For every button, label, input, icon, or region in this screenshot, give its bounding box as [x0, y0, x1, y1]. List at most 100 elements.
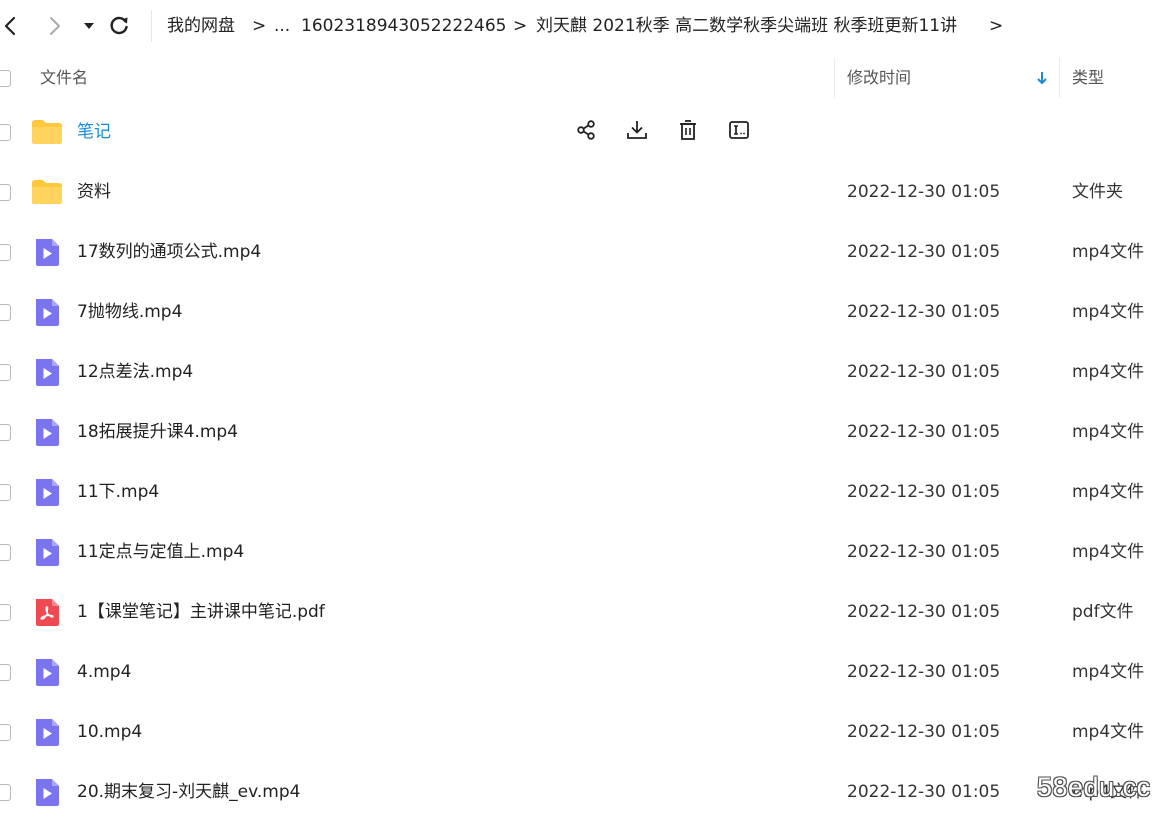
column-divider[interactable]	[1059, 58, 1060, 98]
forward-button[interactable]	[45, 12, 65, 40]
file-modified-time: 2022-12-30 01:05	[847, 242, 1001, 262]
row-actions	[572, 117, 753, 147]
row-checkbox[interactable]	[0, 124, 11, 141]
row-checkbox[interactable]	[0, 784, 11, 801]
video-file-icon	[36, 539, 59, 566]
sort-descending-icon[interactable]	[1036, 69, 1048, 91]
breadcrumb-separator: >	[989, 16, 1004, 36]
download-button[interactable]	[623, 118, 651, 146]
video-file-icon	[36, 239, 59, 266]
video-file-icon	[36, 659, 59, 686]
file-type-icon	[31, 177, 63, 207]
column-header-modified[interactable]: 修改时间	[847, 52, 911, 104]
file-type-icon	[31, 417, 63, 447]
file-type: mp4文件	[1072, 242, 1145, 262]
video-file-icon	[36, 719, 59, 746]
file-row[interactable]: 12点差法.mp4 2022-12-30 01:05 mp4文件	[0, 342, 1165, 402]
file-type-icon	[31, 777, 63, 807]
file-type-icon	[31, 357, 63, 387]
file-name[interactable]: 4.mp4	[77, 642, 131, 702]
caret-down-icon	[84, 23, 94, 29]
file-modified-time: 2022-12-30 01:05	[847, 542, 1001, 562]
file-name[interactable]: 1【课堂笔记】主讲课中笔记.pdf	[77, 582, 325, 642]
video-file-icon	[36, 299, 59, 326]
refresh-icon	[110, 16, 128, 35]
row-checkbox[interactable]	[0, 184, 11, 201]
file-row[interactable]: 笔记	[0, 102, 1165, 162]
video-file-icon	[36, 419, 59, 446]
row-checkbox[interactable]	[0, 484, 11, 501]
share-button[interactable]	[572, 118, 600, 146]
file-name[interactable]: 20.期末复习-刘天麒_ev.mp4	[77, 762, 300, 822]
file-row[interactable]: 1【课堂笔记】主讲课中笔记.pdf 2022-12-30 01:05 pdf文件	[0, 582, 1165, 642]
file-name[interactable]: 资料	[77, 162, 111, 222]
file-type-icon	[31, 477, 63, 507]
file-modified-time: 2022-12-30 01:05	[847, 662, 1001, 682]
column-header-name[interactable]: 文件名	[40, 52, 88, 104]
share-icon	[575, 119, 597, 145]
breadcrumb-item-ellipsis[interactable]: ...	[274, 14, 290, 38]
file-list-header: 文件名 修改时间 类型	[0, 52, 1165, 104]
delete-button[interactable]	[674, 118, 702, 146]
file-row[interactable]: 11定点与定值上.mp4 2022-12-30 01:05 mp4文件	[0, 522, 1165, 582]
file-type-icon	[31, 117, 63, 147]
row-checkbox[interactable]	[0, 604, 11, 621]
history-dropdown-button[interactable]	[82, 12, 96, 40]
column-header-type[interactable]: 类型	[1072, 52, 1104, 104]
breadcrumb-item-folder-id[interactable]: 1602318943052222465	[301, 14, 507, 38]
back-button[interactable]	[0, 12, 20, 40]
breadcrumb-item-root[interactable]: 我的网盘	[167, 14, 235, 38]
file-row[interactable]: 20.期末复习-刘天麒_ev.mp4 2022-12-30 01:05 mp4文件	[0, 762, 1165, 822]
file-modified-time: 2022-12-30 01:05	[847, 302, 1001, 322]
file-name[interactable]: 7抛物线.mp4	[77, 282, 182, 342]
file-row[interactable]: 7抛物线.mp4 2022-12-30 01:05 mp4文件	[0, 282, 1165, 342]
file-name[interactable]: 笔记	[77, 102, 111, 162]
watermark: 58edu.cc	[1037, 772, 1151, 802]
file-modified-time: 2022-12-30 01:05	[847, 602, 1001, 622]
row-checkbox[interactable]	[0, 544, 11, 561]
file-row[interactable]: 4.mp4 2022-12-30 01:05 mp4文件	[0, 642, 1165, 702]
video-file-icon	[36, 779, 59, 806]
file-type-icon	[31, 537, 63, 567]
row-checkbox[interactable]	[0, 364, 11, 381]
row-checkbox[interactable]	[0, 244, 11, 261]
file-type-icon	[31, 657, 63, 687]
file-name[interactable]: 12点差法.mp4	[77, 342, 193, 402]
file-row[interactable]: 11下.mp4 2022-12-30 01:05 mp4文件	[0, 462, 1165, 522]
file-type: mp4文件	[1072, 482, 1145, 502]
file-type: mp4文件	[1072, 422, 1145, 442]
file-name[interactable]: 11定点与定值上.mp4	[77, 522, 244, 582]
file-name[interactable]: 10.mp4	[77, 702, 142, 762]
file-row[interactable]: 18拓展提升课4.mp4 2022-12-30 01:05 mp4文件	[0, 402, 1165, 462]
file-row[interactable]: 10.mp4 2022-12-30 01:05 mp4文件	[0, 702, 1165, 762]
file-type: mp4文件	[1072, 302, 1145, 322]
folder-icon	[32, 180, 62, 204]
row-checkbox[interactable]	[0, 664, 11, 681]
video-file-icon	[36, 359, 59, 386]
file-modified-time: 2022-12-30 01:05	[847, 182, 1001, 202]
file-modified-time: 2022-12-30 01:05	[847, 422, 1001, 442]
rename-button[interactable]	[725, 118, 753, 146]
refresh-button[interactable]	[107, 12, 131, 40]
toolbar: 我的网盘 > ... 1602318943052222465 > 刘天麒 202…	[0, 0, 1165, 52]
rename-icon	[728, 119, 750, 145]
row-checkbox[interactable]	[0, 724, 11, 741]
column-divider[interactable]	[834, 58, 835, 98]
file-row[interactable]: 17数列的通项公式.mp4 2022-12-30 01:05 mp4文件	[0, 222, 1165, 282]
file-type: pdf文件	[1072, 602, 1134, 622]
row-checkbox[interactable]	[0, 424, 11, 441]
row-checkbox[interactable]	[0, 304, 11, 321]
file-name[interactable]: 18拓展提升课4.mp4	[77, 402, 238, 462]
file-name[interactable]: 11下.mp4	[77, 462, 159, 522]
file-row[interactable]: 资料 2022-12-30 01:05 文件夹	[0, 162, 1165, 222]
file-type-icon	[31, 597, 63, 627]
breadcrumb-item-current[interactable]: 刘天麒 2021秋季 高二数学秋季尖端班 秋季班更新11讲	[536, 14, 957, 38]
chevron-left-icon	[4, 16, 16, 36]
select-all-checkbox[interactable]	[0, 70, 11, 87]
delete-icon	[677, 119, 699, 145]
file-type: mp4文件	[1072, 662, 1145, 682]
file-name[interactable]: 17数列的通项公式.mp4	[77, 222, 261, 282]
file-type-icon	[31, 297, 63, 327]
file-type-icon	[31, 237, 63, 267]
pdf-file-icon	[36, 599, 59, 626]
